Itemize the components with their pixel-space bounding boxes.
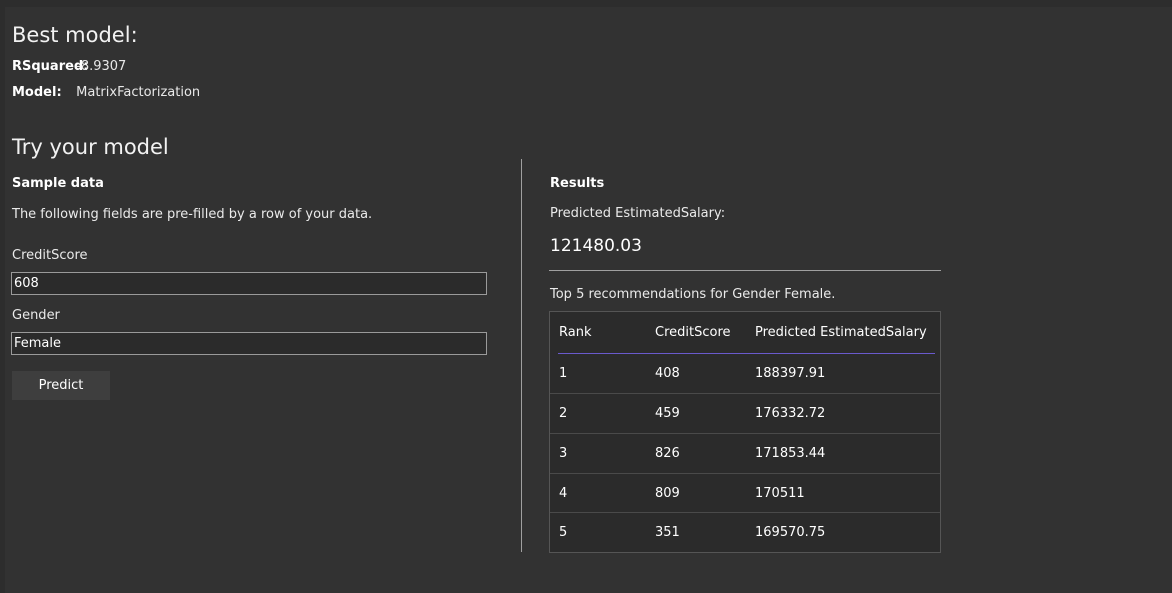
results-divider [549, 270, 941, 271]
rank-cell: 5 [559, 525, 568, 540]
creditscore-cell: 809 [655, 486, 680, 501]
salary-cell: 169570.75 [755, 525, 826, 540]
creditscore-cell: 826 [655, 446, 680, 461]
recommendations-caption: Top 5 recommendations for Gender Female. [550, 287, 836, 302]
column-divider [521, 159, 522, 552]
sample-data-description: The following fields are pre-filled by a… [12, 207, 373, 222]
creditscore-cell: 408 [655, 366, 680, 381]
salary-cell: 171853.44 [755, 446, 826, 461]
rank-cell: 3 [559, 446, 568, 461]
table-row: 2 459 176332.72 [550, 393, 940, 433]
prediction-label: Predicted EstimatedSalary: [550, 206, 726, 221]
salary-cell: 170511 [755, 486, 805, 501]
table-header: Rank CreditScore Predicted EstimatedSala… [550, 312, 940, 353]
results-heading: Results [550, 176, 605, 191]
column-header-predicted-salary: Predicted EstimatedSalary [755, 325, 927, 340]
table-row: 5 351 169570.75 [550, 512, 940, 552]
recommendations-table: Rank CreditScore Predicted EstimatedSala… [549, 311, 941, 553]
column-header-creditscore: CreditScore [655, 325, 731, 340]
salary-cell: 176332.72 [755, 406, 826, 421]
best-model-title: Best model: [12, 23, 138, 47]
table-row: 1 408 188397.91 [550, 354, 940, 393]
salary-cell: 188397.91 [755, 366, 826, 381]
metric-model: Model: MatrixFactorization [12, 84, 200, 102]
metric-value: -8.9307 [76, 59, 127, 74]
creditscore-input[interactable] [11, 272, 487, 295]
gender-label: Gender [12, 308, 60, 323]
rank-cell: 2 [559, 406, 568, 421]
creditscore-cell: 459 [655, 406, 680, 421]
try-model-title: Try your model [12, 135, 169, 159]
table-row: 3 826 171853.44 [550, 433, 940, 473]
metric-label: RSquared: [12, 59, 89, 74]
metric-rsquared: RSquared: -8.9307 [12, 58, 126, 76]
rank-cell: 4 [559, 486, 568, 501]
predict-button[interactable]: Predict [12, 371, 110, 400]
gender-input[interactable] [11, 332, 487, 355]
metric-value: MatrixFactorization [76, 85, 201, 100]
table-row: 4 809 170511 [550, 473, 940, 513]
metric-label: Model: [12, 85, 62, 100]
creditscore-cell: 351 [655, 525, 680, 540]
prediction-value: 121480.03 [550, 236, 642, 256]
rank-cell: 1 [559, 366, 568, 381]
creditscore-label: CreditScore [12, 248, 88, 263]
column-header-rank: Rank [559, 325, 592, 340]
sample-data-heading: Sample data [12, 176, 104, 191]
